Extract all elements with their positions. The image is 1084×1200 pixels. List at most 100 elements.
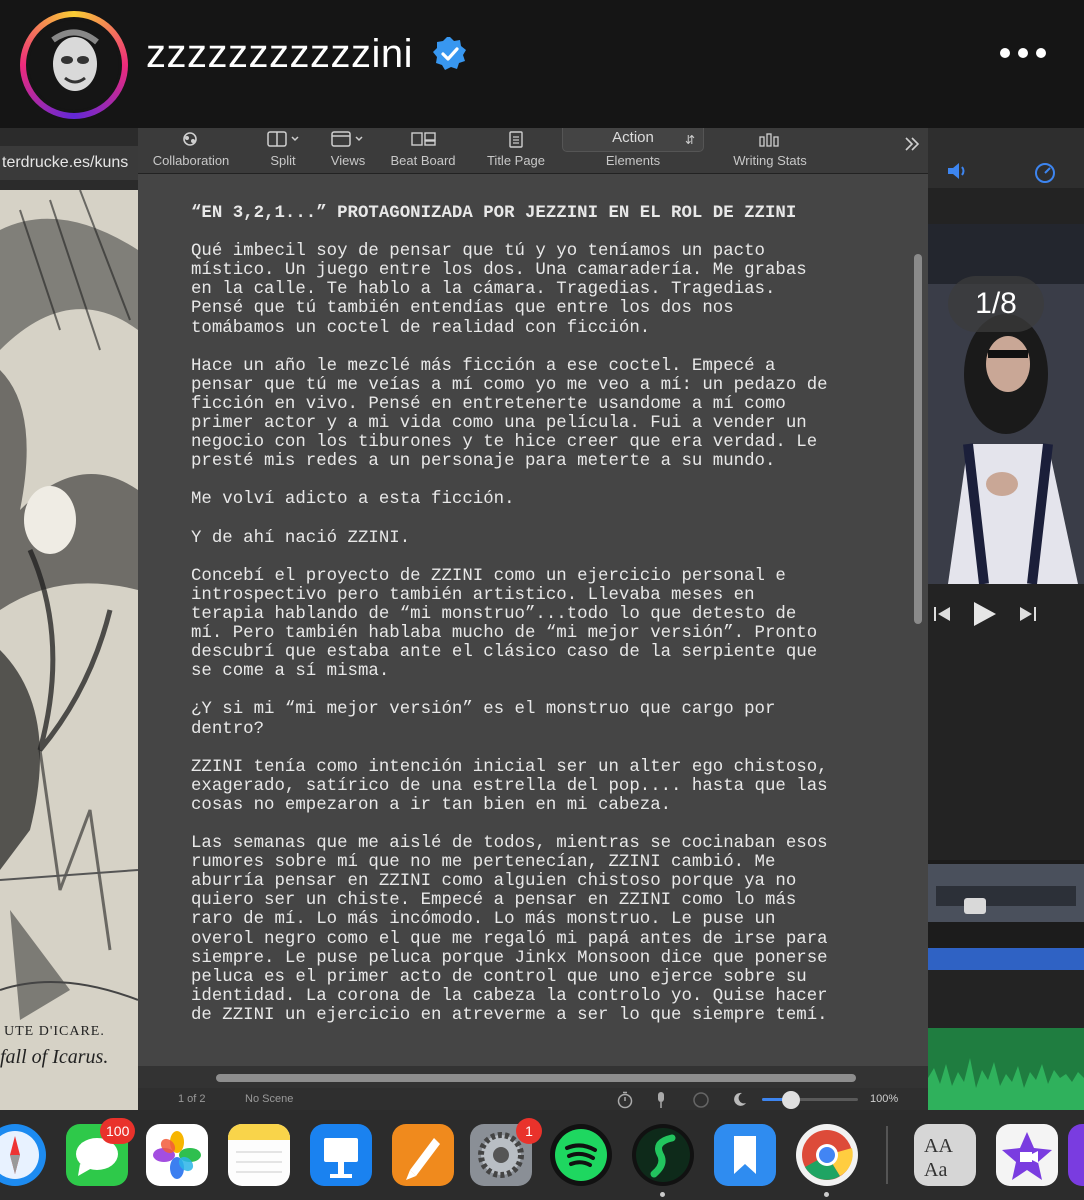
script-line[interactable]: rumores sobre mí que no me pertenecían, … [191,853,891,872]
timeline-selected-clip[interactable] [928,948,1084,970]
spotify-icon[interactable] [550,1124,612,1186]
skip-back-icon[interactable] [932,604,952,624]
night-mode-icon[interactable] [732,1091,748,1107]
zoom-slider-knob[interactable] [781,1091,800,1109]
script-line[interactable]: Y de ahí nació ZZINI. [191,529,891,548]
font-book-icon[interactable]: AA Aa [914,1124,976,1186]
writing-stats-icon [759,133,779,147]
video-editor-toolbar [928,128,1084,188]
script-paragraph[interactable]: Las semanas que me aislé de todos, mient… [191,834,891,1025]
script-line[interactable]: ficción en vivo. Pensé en entretenerte u… [191,395,891,414]
final-draft-icon[interactable] [632,1124,694,1186]
app-running-indicator [660,1192,665,1197]
script-editor[interactable]: “EN 3,2,1...” PROTAGONIZADA POR JEZZINI … [138,174,928,1066]
script-line[interactable]: Qué imbecil soy de pensar que tú y yo te… [191,242,891,261]
script-line[interactable]: exagerado, satírico de una estrella del … [191,777,891,796]
timeline-clip[interactable] [928,864,1084,922]
script-line[interactable]: raro de mí. Lo más incómodo. Lo más mons… [191,910,891,929]
script-line[interactable]: cosas no empezaron a ir tan bien en mi c… [191,796,891,815]
script-line[interactable]: pensar que tú me veías a mí como yo me v… [191,376,891,395]
script-line[interactable]: ¿Y si mi “mi mejor versión” es el monstr… [191,700,891,719]
toolbar-views[interactable]: Views [318,128,378,174]
script-body[interactable]: “EN 3,2,1...” PROTAGONIZADA POR JEZZINI … [191,204,891,1044]
notes-icon[interactable] [228,1124,290,1186]
toolbar-overflow-icon[interactable] [902,134,922,154]
page-count: 1 of 2 [178,1093,206,1105]
screen: zzzzzzzzzzzini terdrucke.es/kuns UTE D'I… [0,0,1084,1200]
safari-icon[interactable] [0,1124,46,1186]
photos-icon[interactable] [146,1124,208,1186]
script-line[interactable]: terapia hablando de “mi monstruo”...todo… [191,605,891,624]
story-ring[interactable] [20,11,128,119]
username[interactable]: zzzzzzzzzzzini [146,30,413,78]
script-paragraph[interactable]: Y de ahí nació ZZINI. [191,529,891,548]
views-icon [331,131,363,147]
script-line[interactable]: aburría pensar en ZZINI como alguien chi… [191,872,891,891]
vertical-scrollbar[interactable] [914,254,922,624]
zoom-slider[interactable] [762,1091,858,1109]
background-browser-window: terdrucke.es/kuns UTE D'ICARE. fall of I… [0,128,138,1110]
chrome-icon[interactable] [796,1124,858,1186]
toolbar-title-page[interactable]: Title Page [478,128,554,174]
avatar[interactable] [26,17,122,113]
script-line[interactable]: identidad. La corona de la cabeza la con… [191,987,891,1006]
script-paragraph[interactable]: Qué imbecil soy de pensar que tú y yo te… [191,242,891,337]
speaker-icon[interactable] [948,162,970,180]
script-line[interactable]: Las semanas que me aislé de todos, mient… [191,834,891,853]
partial-app-icon[interactable] [1068,1124,1084,1186]
pages-icon[interactable] [392,1124,454,1186]
script-line[interactable]: ZZINI tenía como intención inicial ser u… [191,758,891,777]
script-line[interactable]: dentro? [191,720,891,739]
script-paragraph[interactable]: Hace un año le mezclé más ficción a ese … [191,357,891,472]
toolbar-beat-board[interactable]: Beat Board [382,128,464,174]
script-line[interactable]: primer actor y a mi vida como una pelícu… [191,414,891,433]
elements-dropdown[interactable]: Action ⇵ [562,128,704,152]
script-line[interactable]: místico. Un juego entre los dos. Una cam… [191,261,891,280]
script-line[interactable]: presté mis redes a un personaje para met… [191,452,891,471]
chevron-updown-icon: ⇵ [684,133,695,147]
script-line[interactable]: siempre. Le puse peluca porque Jinkx Mon… [191,949,891,968]
focus-mode-icon[interactable] [692,1091,710,1109]
more-options-icon[interactable] [1000,48,1046,60]
script-line[interactable]: peluca es el primer acto de control que … [191,968,891,987]
engraving-caption-english: fall of Icarus. [0,1046,109,1068]
engraving-caption-french: UTE D'ICARE. [4,1024,105,1039]
timeline-track[interactable] [928,860,1084,970]
play-icon[interactable] [972,600,998,628]
script-line[interactable]: quiero ser un chiste. Empecé a pensar en… [191,891,891,910]
script-line[interactable]: Concebí el proyecto de ZZINI como un eje… [191,567,891,586]
script-paragraph[interactable]: Me volví adicto a esta ficción. [191,490,891,509]
skip-forward-icon[interactable] [1018,604,1038,624]
script-line[interactable]: negocio con los tiburones y te hice cree… [191,433,891,452]
script-line[interactable]: de ZZINI un ejercicio en atreverme a ser… [191,1006,891,1025]
script-line[interactable]: descubrí que estaba ante el clásico caso… [191,643,891,662]
horizontal-scrollbar[interactable] [216,1074,856,1082]
script-line[interactable]: Me volví adicto a esta ficción. [191,490,891,509]
bookmarks-icon[interactable] [714,1124,776,1186]
script-line[interactable]: se come a sí misma. [191,662,891,681]
script-line[interactable]: tomábamos un coctel de realidad con ficc… [191,319,891,338]
script-paragraph[interactable]: Concebí el proyecto de ZZINI como un eje… [191,567,891,682]
toolbar-split[interactable]: Split [254,128,312,174]
imovie-icon[interactable] [996,1124,1058,1186]
script-paragraph[interactable]: ¿Y si mi “mi mejor versión” es el monstr… [191,700,891,738]
speed-gauge-icon[interactable] [1034,162,1056,184]
status-bar: 1 of 2 No Scene 100% [138,1088,928,1110]
audio-waveform-track[interactable] [928,1028,1084,1110]
timer-icon[interactable] [616,1091,634,1109]
beat-board-icon [411,132,436,146]
keynote-icon[interactable] [310,1124,372,1186]
toolbar-writing-stats[interactable]: Writing Stats [722,128,818,174]
script-line[interactable]: en la calle. Te hablo a la cámara. Trage… [191,280,891,299]
script-line[interactable]: introspectivo pero también artistico. Ll… [191,586,891,605]
browser-url-bar[interactable]: terdrucke.es/kuns [0,146,138,180]
microphone-icon[interactable] [654,1091,668,1109]
script-line[interactable]: overol negro como el que me regaló mi pa… [191,930,891,949]
script-line[interactable]: Hace un año le mezclé más ficción a ese … [191,357,891,376]
script-line[interactable]: Pensé que tú también entendías que entre… [191,299,891,318]
script-line[interactable]: mí. Pero también hablaba mucho de “mi me… [191,624,891,643]
toolbar-collaboration[interactable]: Collaboration [144,128,238,174]
script-paragraph[interactable]: ZZINI tenía como intención inicial ser u… [191,758,891,815]
script-title[interactable]: “EN 3,2,1...” PROTAGONIZADA POR JEZZINI … [191,204,891,223]
scene-indicator[interactable]: No Scene [245,1088,293,1110]
